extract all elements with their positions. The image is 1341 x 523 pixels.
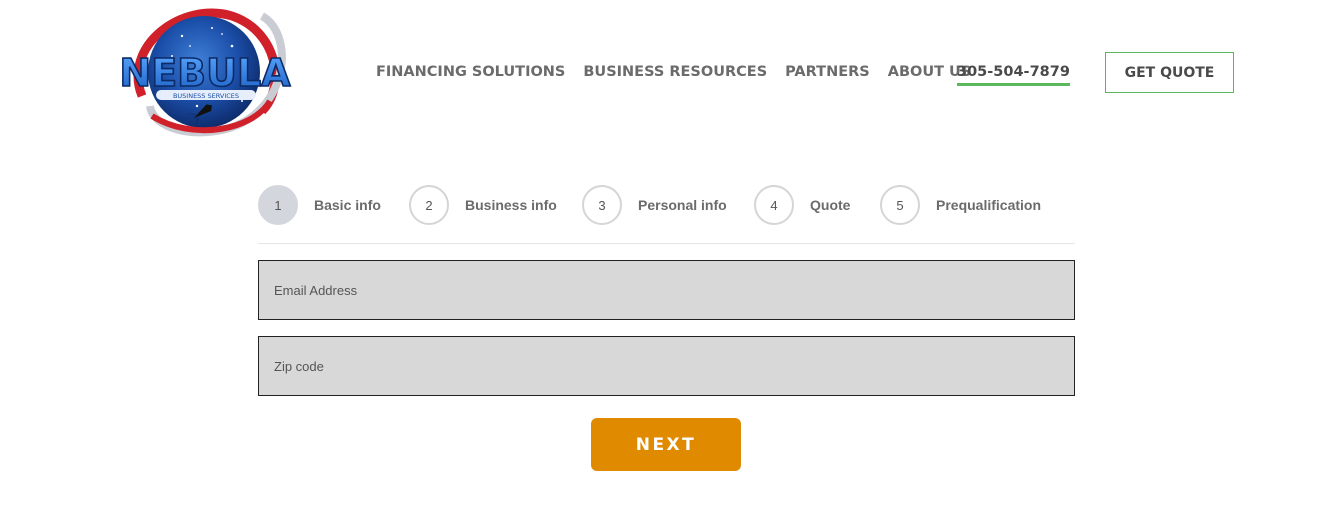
step-label: Business info xyxy=(465,197,557,213)
email-field[interactable] xyxy=(259,261,1074,319)
step-number: 4 xyxy=(754,185,794,225)
step-number: 5 xyxy=(880,185,920,225)
nav-financing-solutions[interactable]: FINANCING SOLUTIONS xyxy=(376,62,565,82)
logo-brand-text: NEBULA xyxy=(119,51,291,95)
step-business-info[interactable]: 2 Business info xyxy=(409,185,557,225)
step-label: Prequalification xyxy=(936,197,1042,213)
step-number: 3 xyxy=(582,185,622,225)
step-personal-info[interactable]: 3 Personal info xyxy=(582,185,727,225)
nav-partners[interactable]: PARTNERS xyxy=(785,62,870,82)
step-basic-info[interactable]: 1 Basic info xyxy=(258,185,381,225)
step-label: Quote xyxy=(810,197,851,213)
phone-link[interactable]: 305-504-7879 xyxy=(957,62,1070,86)
logo-tagline: BUSINESS SERVICES xyxy=(173,92,239,100)
email-field-wrapper xyxy=(258,260,1075,320)
main-nav: FINANCING SOLUTIONS BUSINESS RESOURCES P… xyxy=(376,62,971,82)
step-number: 1 xyxy=(258,185,298,225)
step-prequalification[interactable]: 5 Prequalification xyxy=(880,185,1041,225)
step-label: Personal info xyxy=(638,197,727,213)
steps-divider xyxy=(258,243,1075,244)
zip-field-wrapper xyxy=(258,336,1075,396)
step-number: 2 xyxy=(409,185,449,225)
step-label: Basic info xyxy=(314,197,381,213)
get-quote-button[interactable]: GET QUOTE xyxy=(1105,52,1234,93)
nav-business-resources[interactable]: BUSINESS RESOURCES xyxy=(583,62,767,82)
nebula-logo-icon: NEBULA BUSINESS SERVICES xyxy=(119,8,292,137)
next-button[interactable]: NEXT xyxy=(591,418,741,471)
nebula-logo[interactable]: NEBULA BUSINESS SERVICES xyxy=(112,6,298,138)
step-quote[interactable]: 4 Quote xyxy=(754,185,850,225)
zip-code-field[interactable] xyxy=(259,337,1074,395)
page: NEBULA BUSINESS SERVICES FINANCING SOLUT… xyxy=(0,0,1341,523)
